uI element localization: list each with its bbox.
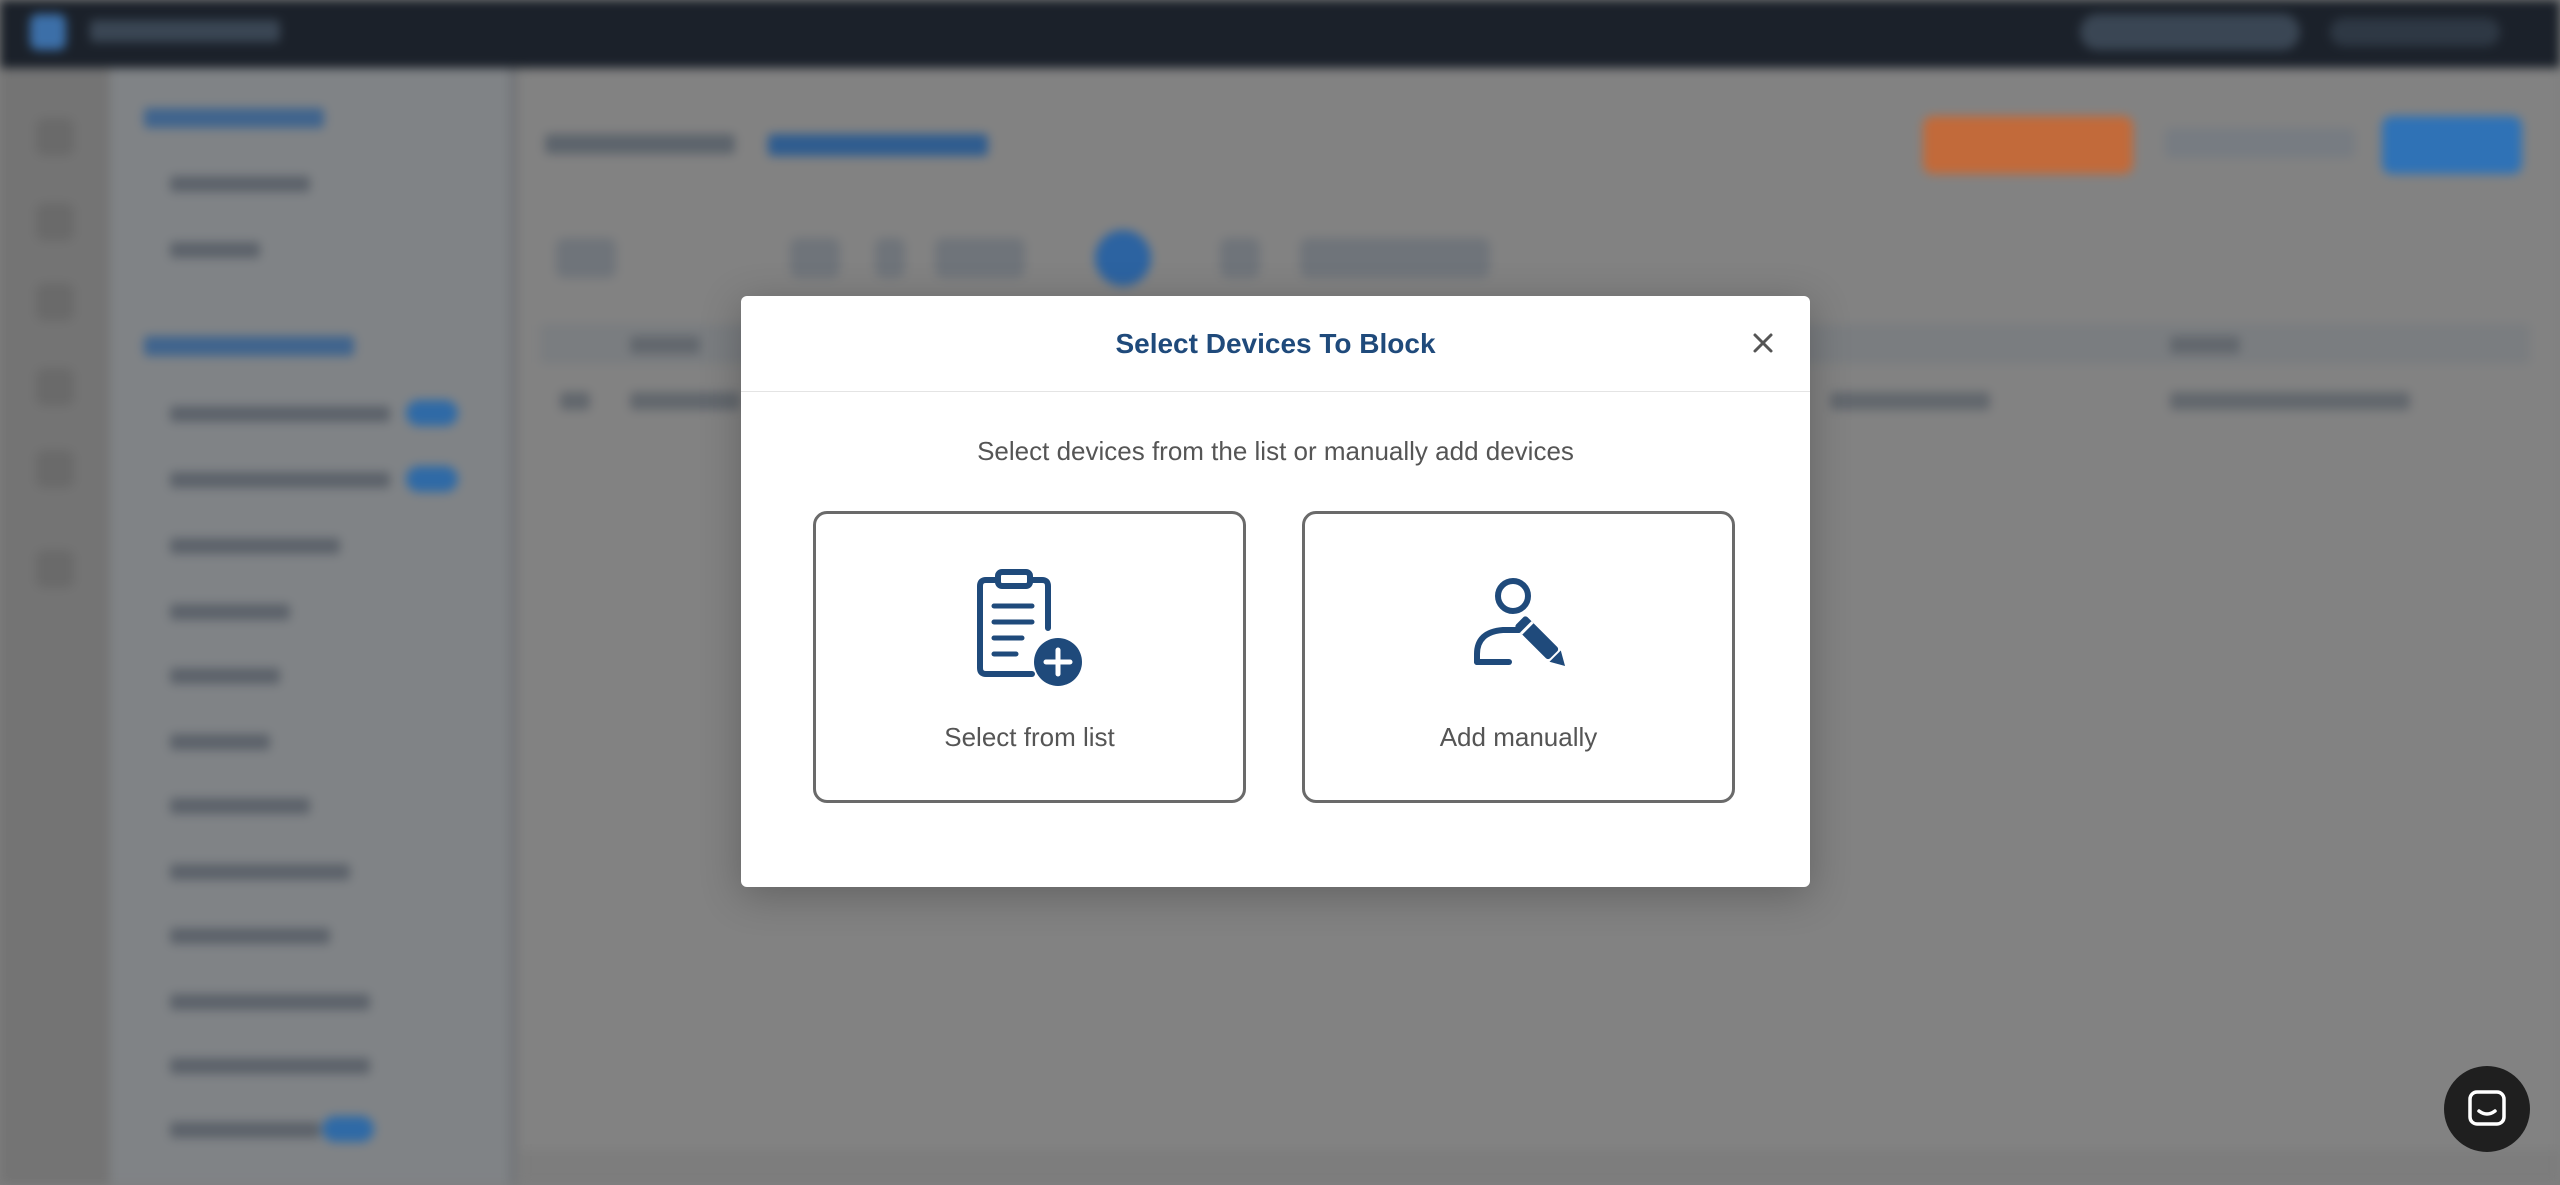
rail-icon bbox=[36, 450, 74, 488]
sidebar bbox=[110, 68, 516, 1185]
top-bar bbox=[0, 0, 2560, 68]
chat-icon bbox=[2468, 1090, 2506, 1126]
top-bar-pill bbox=[2080, 14, 2300, 50]
modal-title: Select Devices To Block bbox=[1115, 328, 1436, 359]
icon-rail bbox=[0, 68, 110, 1185]
toolbar-control bbox=[556, 238, 616, 278]
sidebar-badge bbox=[406, 466, 458, 492]
select-from-list-label: Select from list bbox=[944, 722, 1115, 752]
modal-header: Select Devices To Block bbox=[741, 296, 1810, 392]
toolbar-control bbox=[1220, 238, 1260, 278]
secondary-action-button bbox=[2165, 128, 2355, 158]
close-icon bbox=[1753, 333, 1773, 353]
table-cell bbox=[630, 392, 740, 410]
sidebar-item bbox=[170, 538, 340, 554]
sidebar-section-heading bbox=[144, 336, 354, 356]
rail-icon bbox=[36, 203, 74, 241]
breadcrumb bbox=[545, 134, 735, 154]
brand-name bbox=[90, 20, 280, 42]
table-header-cell bbox=[630, 336, 700, 354]
rail-icon bbox=[36, 283, 74, 321]
sidebar-item bbox=[170, 734, 270, 750]
breadcrumb-current bbox=[768, 134, 988, 156]
sidebar-item bbox=[170, 928, 330, 944]
toolbar-page-indicator bbox=[1095, 230, 1151, 286]
primary-action-button bbox=[1923, 116, 2133, 174]
modal-subtitle: Select devices from the list or manually… bbox=[977, 436, 1574, 466]
sidebar-item bbox=[170, 1058, 370, 1074]
table-cell bbox=[560, 392, 590, 410]
sidebar-item bbox=[170, 1122, 320, 1138]
sidebar-badge bbox=[406, 400, 458, 426]
blue-action-button bbox=[2382, 116, 2522, 174]
sidebar-item bbox=[170, 668, 280, 684]
sidebar-badge bbox=[322, 1116, 374, 1142]
toolbar-control bbox=[875, 238, 905, 278]
toolbar-control bbox=[1300, 238, 1490, 278]
toolbar-control bbox=[935, 238, 1025, 278]
rail-icon bbox=[36, 550, 74, 588]
rail-icon bbox=[36, 368, 74, 406]
sidebar-item bbox=[170, 798, 310, 814]
sidebar-item bbox=[170, 994, 370, 1010]
add-manually-option[interactable]: Add manually bbox=[1302, 511, 1735, 803]
toolbar-control bbox=[790, 238, 840, 278]
rail-icon bbox=[36, 118, 74, 156]
sidebar-item bbox=[170, 406, 390, 422]
table-header-cell bbox=[2170, 336, 2240, 354]
table-cell bbox=[2170, 392, 2410, 410]
sidebar-section-heading bbox=[144, 108, 324, 128]
close-button[interactable] bbox=[1746, 326, 1780, 360]
select-devices-modal: Select Devices To Block Select devices f… bbox=[741, 296, 1810, 887]
sidebar-item bbox=[170, 604, 290, 620]
sidebar-item bbox=[170, 242, 260, 258]
add-manually-label: Add manually bbox=[1439, 722, 1598, 752]
user-edit-icon bbox=[1463, 566, 1575, 681]
app-logo bbox=[30, 14, 66, 50]
clipboard-add-icon bbox=[974, 566, 1086, 695]
chat-launcher-button[interactable] bbox=[2444, 1066, 2530, 1152]
sidebar-item bbox=[170, 472, 390, 488]
user-menu bbox=[2330, 18, 2500, 46]
sidebar-item bbox=[170, 176, 310, 192]
select-from-list-option[interactable]: Select from list bbox=[813, 511, 1246, 803]
table-cell bbox=[1830, 392, 1990, 410]
sidebar-item bbox=[170, 864, 350, 880]
footer bbox=[520, 1150, 2560, 1185]
